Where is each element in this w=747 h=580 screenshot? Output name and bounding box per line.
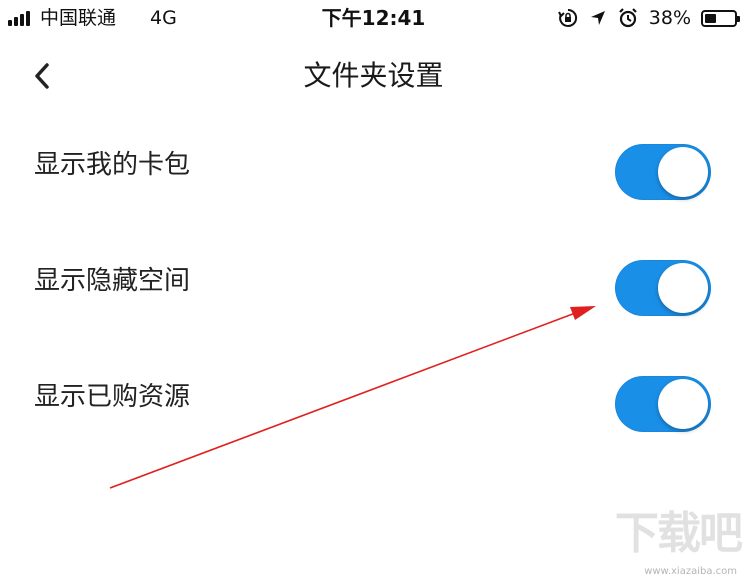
status-icons: 38% [557,6,740,30]
alarm-icon [618,8,637,28]
toggle-switch[interactable] [615,376,711,432]
battery-fill [705,13,716,23]
toggle-switch[interactable] [615,260,711,316]
watermark-url: www.xiazaiba.com [644,566,737,577]
watermark: 下载吧 www.xiazaiba.com [611,506,743,578]
location-icon [590,11,605,25]
toggle-knob [658,263,708,313]
status-bar: 中国联通 4G 下午12:41 38% [0,0,747,38]
setting-label: 显示已购资源 [34,382,191,412]
setting-row-hidden-space: 显示隐藏空间 [0,231,747,331]
setting-row-card-wallet: 显示我的卡包 [0,115,747,215]
battery-icon [701,9,740,27]
toggle-switch[interactable] [615,144,711,200]
watermark-logo: 下载吧 [615,508,743,559]
setting-label: 显示隐藏空间 [34,266,191,296]
rotation-lock-icon [557,8,577,27]
page-title: 文件夹设置 [303,59,444,92]
battery-percentage: 38% [648,7,691,29]
setting-label: 显示我的卡包 [34,150,191,180]
toggle-knob [658,147,708,197]
toggle-knob [658,379,708,429]
navigation-bar: 文件夹设置 [0,40,747,112]
setting-row-purchased-resources: 显示已购资源 [0,347,747,447]
